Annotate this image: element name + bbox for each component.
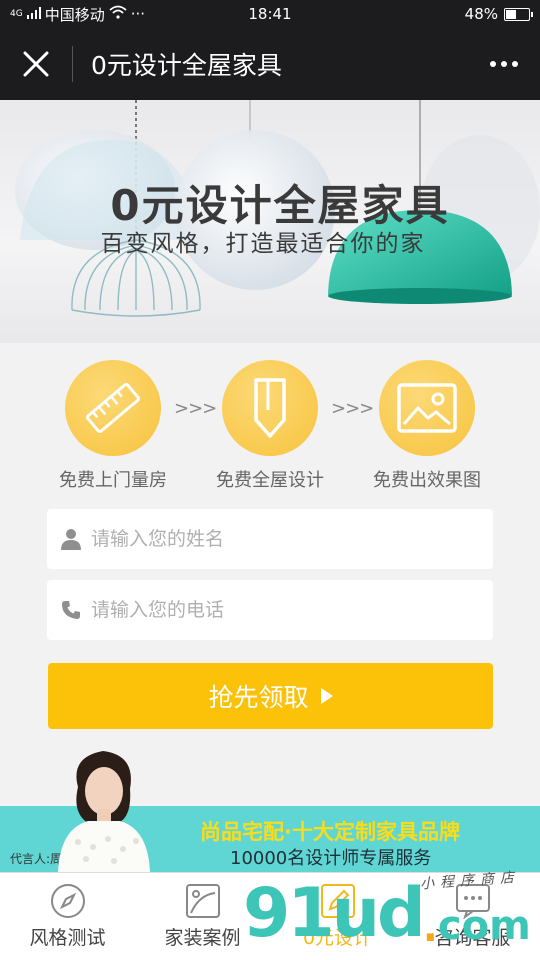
person-icon [61,529,81,550]
watermark-main: 91ud [243,874,426,953]
pencil-icon [254,378,286,438]
phone-input[interactable] [91,599,451,621]
picture-frame-icon [185,884,220,918]
brand-slogan: 尚品宅配·十大定制家具品牌 [200,820,460,844]
step-icon-circle [379,360,475,456]
more-dot-icon [490,61,496,67]
ruler-icon [85,382,141,434]
phone-icon [62,601,80,619]
phone-field[interactable] [47,580,493,640]
more-status-dots: ··· [130,5,146,23]
carrier-label: 中国移动 [44,5,105,24]
battery-percent: 48% [464,5,498,23]
image-icon [397,383,457,433]
step-label: 免费上门量房 [59,470,167,491]
page-title: 0元设计全屋家具 [91,51,282,80]
watermark: 91ud . com 小程序商店 [243,870,531,953]
nav-bar: 0元设计全屋家具 [0,28,540,100]
service-steps: 免费上门量房 >>> 免费全屋设计 >>> 免费出效果图 [0,360,540,495]
step-label: 免费出效果图 [373,470,481,491]
more-dot-icon [501,61,507,67]
name-field[interactable] [47,509,493,569]
claim-button[interactable]: 抢先领取 [48,663,493,729]
spokesperson-photo [58,751,150,872]
wifi-icon [109,5,127,23]
name-input[interactable] [91,528,451,550]
step-design: 免费全屋设计 [190,360,350,492]
battery-level [506,9,516,19]
step-measure: 免费上门量房 [33,360,193,492]
tab-label: 家装案例 [164,927,241,949]
battery-icon [504,7,533,21]
signal-icon [26,5,41,23]
compass-icon [50,884,85,918]
more-dot-icon [512,61,518,67]
watermark-dot: . [422,905,438,951]
hero-banner: 0元设计全屋家具 百变风格，打造最适合你的家 [0,100,540,343]
claim-button-label: 抢先领取 [208,683,309,712]
step-render: 免费出效果图 [347,360,507,492]
close-button[interactable] [0,28,72,100]
step-label: 免费全屋设计 [216,470,324,491]
close-icon [23,51,49,77]
step-icon-circle [65,360,161,456]
step-icon-circle [222,360,318,456]
watermark-tld: com [437,903,531,949]
hero-subtitle: 百变风格，打造最适合你的家 [100,231,426,257]
tab-style-test[interactable]: 风格测试 [0,873,135,960]
network-type: 4G [10,9,23,19]
status-bar: 4G 中国移动 ··· 18:41 48% [0,0,540,28]
play-arrow-icon [320,688,333,704]
tab-label: 风格测试 [29,927,106,949]
brand-service: 10000名设计师专属服务 [230,848,432,869]
more-menu-button[interactable] [468,28,540,100]
